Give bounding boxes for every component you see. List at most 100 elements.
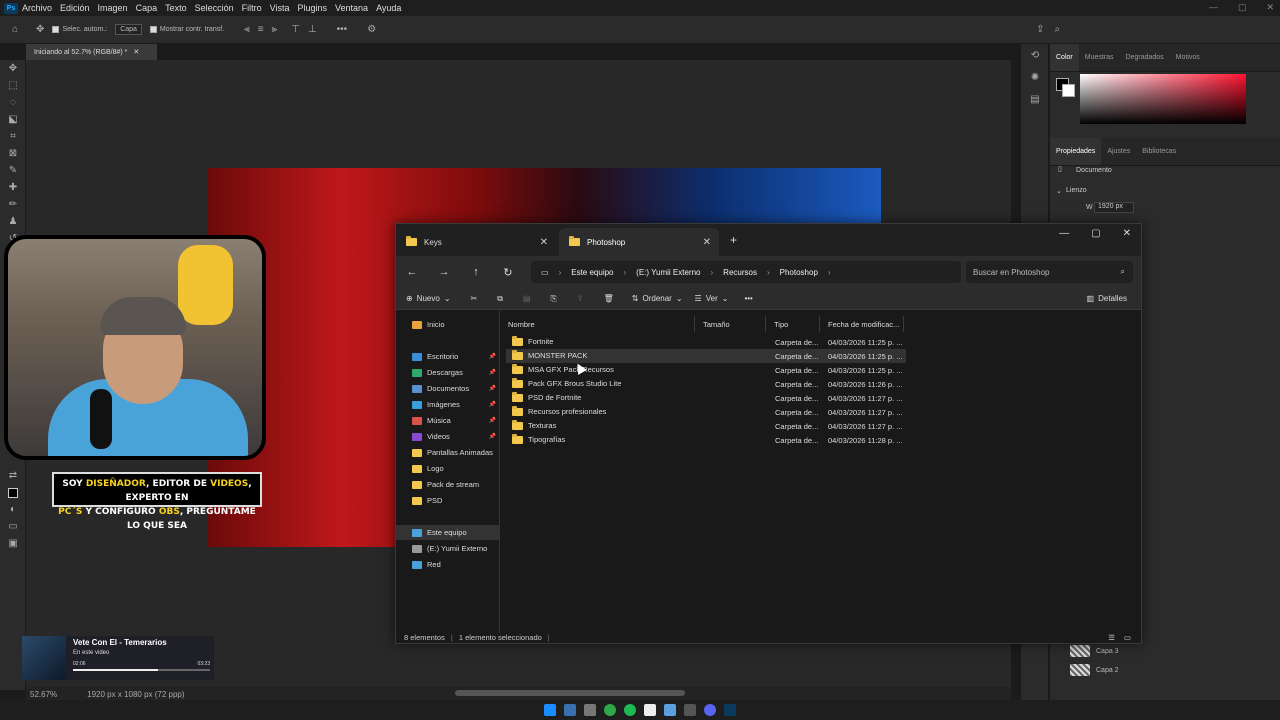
forward-arrow-icon[interactable]: → bbox=[428, 266, 460, 278]
search-icon[interactable]: ⌕ bbox=[1121, 267, 1125, 277]
nav-item[interactable]: Descargas 📌 bbox=[396, 365, 500, 380]
brush-settings-icon[interactable]: ✺ bbox=[1021, 66, 1049, 88]
cut-icon[interactable]: ✂ bbox=[471, 294, 478, 303]
rename-icon[interactable]: ⎘ bbox=[551, 294, 557, 304]
close-icon[interactable]: ✕ bbox=[1266, 2, 1274, 13]
copy-icon[interactable]: ⧉ bbox=[497, 294, 503, 304]
foreground-color-swatch[interactable] bbox=[0, 484, 26, 501]
app-icon[interactable] bbox=[644, 704, 656, 716]
file-row[interactable]: Pack GFX Brous Studio Lite Carpeta de... 0… bbox=[506, 377, 906, 391]
nav-item[interactable]: Documentos 📌 bbox=[396, 381, 500, 396]
tab-close-icon[interactable]: ✕ bbox=[703, 237, 711, 248]
tab-propiedades[interactable]: Propiedades bbox=[1050, 138, 1102, 165]
file-row[interactable]: MONSTER PACK Carpeta de... 04/03/2026 11:2… bbox=[506, 349, 906, 363]
nav-item[interactable]: Videos 📌 bbox=[396, 429, 500, 444]
screen-mode-icon[interactable]: ▭ bbox=[0, 518, 26, 535]
auto-select-option[interactable]: Selec. autom.: bbox=[52, 26, 107, 33]
now-playing-card[interactable]: Vete Con El - Temerarios En este video 0… bbox=[22, 636, 214, 680]
share-icon[interactable]: ⇪ bbox=[1036, 24, 1044, 35]
breadcrumb[interactable]: ▭ › Este equipo › (E:) Yumii Externo › R… bbox=[531, 261, 961, 283]
lasso-tool-icon[interactable]: ◌ bbox=[0, 94, 26, 111]
nav-item[interactable]: Escritorio 📌 bbox=[396, 349, 500, 364]
details-button[interactable]: ▥ Detalles bbox=[1087, 294, 1127, 303]
more-options-icon[interactable]: ••• bbox=[744, 294, 752, 303]
new-button[interactable]: ⊕ Nuevo ⌄ bbox=[406, 294, 451, 303]
tab-motivos[interactable]: Motivos bbox=[1170, 44, 1206, 71]
breadcrumb-recursos[interactable]: Recursos bbox=[723, 268, 757, 277]
align-middle-icon[interactable]: ⊥ bbox=[308, 24, 317, 35]
tab-degradados[interactable]: Degradados bbox=[1120, 44, 1170, 71]
more-options-icon[interactable]: ••• bbox=[337, 24, 348, 35]
color-picker-field[interactable] bbox=[1080, 74, 1246, 124]
align-top-icon[interactable]: ⊤ bbox=[291, 24, 300, 35]
menu-edicion[interactable]: Edición bbox=[60, 3, 90, 13]
menu-ventana[interactable]: Ventana bbox=[335, 3, 368, 13]
nav-item[interactable]: Música 📌 bbox=[396, 413, 500, 428]
file-row[interactable]: PSD de Fortnite Carpeta de... 04/03/2026 1… bbox=[506, 391, 906, 405]
auto-select-checkbox[interactable] bbox=[52, 26, 60, 33]
column-header-tamano[interactable]: Tamaño bbox=[695, 316, 766, 332]
brush-tool-icon[interactable]: ✏ bbox=[0, 196, 26, 213]
menu-texto[interactable]: Texto bbox=[165, 3, 187, 13]
nav-item[interactable]: Logo bbox=[396, 461, 500, 476]
chrome-icon[interactable] bbox=[604, 704, 616, 716]
column-header-tipo[interactable]: Tipo bbox=[766, 316, 820, 332]
eyedropper-tool-icon[interactable]: ✎ bbox=[0, 162, 26, 179]
object-select-tool-icon[interactable]: ⬕ bbox=[0, 111, 26, 128]
comments-icon[interactable]: ▤ bbox=[1021, 88, 1049, 110]
start-windows-icon[interactable] bbox=[544, 704, 556, 716]
file-row[interactable]: Tipografías Carpeta de... 04/03/2026 11:28… bbox=[506, 433, 906, 447]
menu-plugins[interactable]: Plugins bbox=[298, 3, 328, 13]
app-icon[interactable] bbox=[664, 704, 676, 716]
auto-select-dropdown[interactable]: Capa bbox=[115, 24, 142, 35]
quick-mask-icon[interactable]: ◐ bbox=[0, 501, 26, 518]
layer-row[interactable]: Capa 3 bbox=[1070, 642, 1270, 660]
menu-filtro[interactable]: Filtro bbox=[242, 3, 262, 13]
tiles-view-icon[interactable]: ▭ bbox=[1124, 633, 1131, 642]
tab-muestras[interactable]: Muestras bbox=[1079, 44, 1120, 71]
breadcrumb-drive[interactable]: (E:) Yumii Externo bbox=[636, 268, 700, 277]
new-tab-icon[interactable]: + bbox=[730, 233, 737, 247]
layer-row[interactable]: Capa 2 bbox=[1070, 661, 1270, 679]
file-row[interactable]: Fortnite Carpeta de... 04/03/2026 11:25 p.… bbox=[506, 335, 906, 349]
collapse-chevron-icon[interactable]: ⌄ bbox=[1056, 187, 1062, 195]
menu-ayuda[interactable]: Ayuda bbox=[376, 3, 401, 13]
nav-item[interactable]: Pack de stream bbox=[396, 477, 500, 492]
move-tool-icon[interactable]: ✥ bbox=[36, 24, 44, 35]
nav-item[interactable]: Este equipo bbox=[396, 525, 500, 540]
app-icon[interactable] bbox=[684, 704, 696, 716]
tab-bibliotecas[interactable]: Bibliotecas bbox=[1136, 138, 1182, 165]
nav-item[interactable]: PSD bbox=[396, 493, 500, 508]
menu-vista[interactable]: Vista bbox=[270, 3, 290, 13]
spotify-icon[interactable] bbox=[624, 704, 636, 716]
refresh-icon[interactable]: ↻ bbox=[492, 266, 524, 279]
swap-colors-icon[interactable]: ⇄ bbox=[0, 467, 26, 484]
nav-item[interactable]: Imágenes 📌 bbox=[396, 397, 500, 412]
share-icon[interactable]: ⇪ bbox=[577, 294, 584, 303]
show-transform-checkbox[interactable] bbox=[149, 26, 157, 33]
history-panel-icon[interactable]: ⟲ bbox=[1021, 44, 1049, 66]
tab-photoshop[interactable]: Photoshop ✕ bbox=[559, 228, 719, 256]
breadcrumb-este-equipo[interactable]: Este equipo bbox=[571, 268, 613, 277]
discord-icon[interactable] bbox=[704, 704, 716, 716]
column-header-fecha[interactable]: Fecha de modificac... bbox=[820, 316, 904, 332]
video-progress-bar[interactable] bbox=[73, 669, 210, 671]
back-arrow-icon[interactable]: ← bbox=[396, 266, 428, 278]
align-center-icon[interactable]: ≡ bbox=[258, 24, 264, 35]
show-transform-option[interactable]: Mostrar contr. transf. bbox=[149, 26, 224, 33]
frame-mode-icon[interactable]: ▣ bbox=[0, 535, 26, 552]
document-tab-close-icon[interactable]: ✕ bbox=[133, 48, 139, 56]
app-icon[interactable] bbox=[564, 704, 576, 716]
tab-keys[interactable]: Keys ✕ bbox=[396, 228, 556, 256]
file-row[interactable]: MSA GFX Pack Recursos Carpeta de... 04/03/… bbox=[506, 363, 906, 377]
breadcrumb-photoshop[interactable]: Photoshop bbox=[780, 268, 818, 277]
align-left-icon[interactable]: ⫷ bbox=[244, 24, 250, 35]
column-header-nombre[interactable]: Nombre bbox=[500, 316, 695, 332]
crop-tool-icon[interactable]: ⌗ bbox=[0, 128, 26, 145]
close-icon[interactable]: ✕ bbox=[1123, 228, 1131, 239]
background-swatch[interactable] bbox=[1062, 84, 1075, 97]
move-tool-icon[interactable]: ✥ bbox=[0, 60, 26, 77]
photoshop-icon[interactable] bbox=[724, 704, 736, 716]
nav-item[interactable]: Inicio bbox=[396, 317, 500, 332]
nav-item[interactable]: Pantallas Animadas bbox=[396, 445, 500, 460]
